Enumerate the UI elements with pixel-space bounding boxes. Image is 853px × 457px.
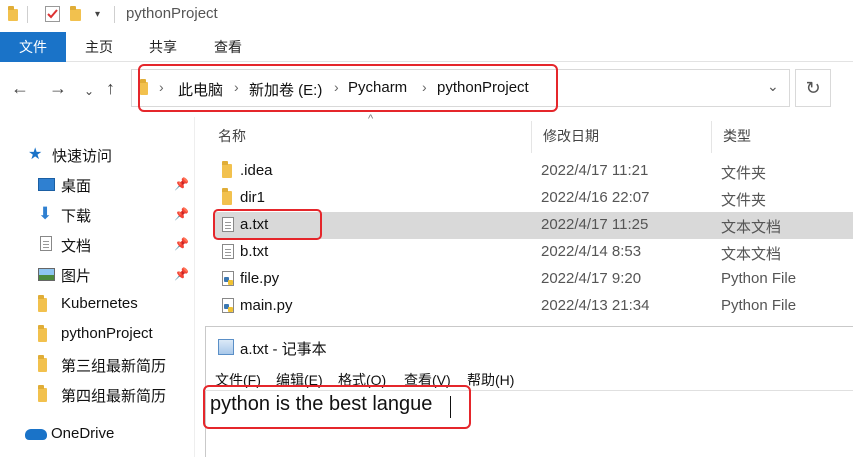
pin-icon: 📌 — [174, 177, 189, 191]
download-icon: ⬇ — [38, 204, 53, 223]
nav-label: pythonProject — [61, 325, 153, 342]
desktop-icon — [38, 178, 55, 191]
column-divider[interactable] — [711, 121, 712, 153]
nav-label: Kubernetes — [61, 295, 138, 312]
nav-onedrive[interactable]: OneDrive — [0, 420, 195, 448]
star-icon: ★ — [28, 146, 43, 163]
forward-arrow-icon[interactable]: → — [49, 78, 67, 98]
nav-item-documents[interactable]: 文档 📌 — [0, 230, 195, 258]
file-name: b.txt — [240, 243, 269, 260]
recent-locations-chevron-icon[interactable]: ⌄ — [84, 81, 94, 101]
file-row-main-py[interactable]: main.py 2022/4/13 21:34 Python File — [214, 293, 853, 320]
nav-label: 第三组最新简历 — [61, 358, 167, 375]
pin-icon: 📌 — [174, 207, 189, 221]
column-divider[interactable] — [531, 121, 532, 153]
file-date: 2022/4/14 8:53 — [541, 243, 642, 260]
file-type: 文件夹 — [721, 165, 767, 182]
up-arrow-icon[interactable]: ↑ — [106, 78, 115, 98]
notepad-title: a.txt - 记事本 — [240, 341, 327, 358]
selected-file-highlight — [213, 209, 322, 240]
menu-help[interactable]: 帮助(H) — [467, 370, 514, 390]
refresh-icon: ↻ — [805, 78, 821, 98]
tab-share[interactable]: 共享 — [141, 32, 185, 62]
breadcrumb-highlight — [138, 64, 558, 112]
nav-item-group3-resumes[interactable]: 第三组最新简历 — [0, 350, 195, 378]
pin-icon: 📌 — [174, 267, 189, 281]
chevron-down-icon[interactable]: ⌄ — [767, 78, 779, 95]
content-highlight — [203, 385, 471, 429]
nav-label: 快速访问 — [52, 148, 113, 165]
customize-quick-access-icon[interactable]: ▾ — [95, 9, 100, 20]
tab-file[interactable]: 文件 — [0, 32, 66, 62]
pin-icon: 📌 — [174, 237, 189, 251]
nav-item-downloads[interactable]: ⬇ 下载 📌 — [0, 200, 195, 228]
file-date: 2022/4/17 11:25 — [541, 216, 649, 233]
nav-item-kubernetes[interactable]: Kubernetes — [0, 290, 195, 318]
column-header-date[interactable]: 修改日期 — [543, 126, 599, 146]
file-type: 文本文档 — [721, 246, 782, 263]
picture-icon — [38, 268, 55, 281]
file-date: 2022/4/16 22:07 — [541, 189, 650, 206]
cloud-icon — [25, 429, 47, 440]
back-arrow-icon[interactable]: ← — [11, 78, 29, 98]
file-type: 文本文档 — [721, 219, 782, 236]
nav-label: 桌面 — [61, 178, 92, 195]
nav-label: 文档 — [61, 238, 92, 255]
file-name: file.py — [240, 270, 280, 287]
navigation-pane: ★ 快速访问 桌面 📌 ⬇ 下载 📌 文档 📌 图片 📌 Kubernetes … — [0, 117, 195, 457]
nav-label: OneDrive — [51, 425, 115, 442]
window-title: pythonProject — [126, 5, 218, 22]
file-date: 2022/4/13 21:34 — [541, 297, 650, 314]
sort-ascending-icon: ^ — [368, 113, 374, 125]
file-type: Python File — [721, 270, 797, 287]
nav-item-pictures[interactable]: 图片 📌 — [0, 260, 195, 288]
file-date: 2022/4/17 11:21 — [541, 162, 649, 179]
refresh-button[interactable]: ↻ — [795, 69, 831, 107]
nav-item-desktop[interactable]: 桌面 📌 — [0, 170, 195, 198]
file-name: main.py — [240, 297, 293, 314]
divider — [114, 6, 115, 23]
file-type: 文件夹 — [721, 192, 767, 209]
tab-view[interactable]: 查看 — [206, 32, 250, 62]
divider — [27, 6, 28, 23]
file-row-dir1[interactable]: dir1 2022/4/16 22:07 文件夹 — [214, 185, 853, 212]
properties-icon[interactable] — [45, 6, 60, 22]
nav-label: 下载 — [61, 208, 92, 225]
file-row-idea[interactable]: .idea 2022/4/17 11:21 文件夹 — [214, 158, 853, 185]
tab-home[interactable]: 主页 — [77, 32, 121, 62]
file-name: .idea — [240, 162, 273, 179]
column-header-name[interactable]: 名称 — [218, 126, 246, 146]
file-date: 2022/4/17 9:20 — [541, 270, 642, 287]
file-name: dir1 — [240, 189, 266, 206]
nav-label: 图片 — [61, 268, 92, 285]
ribbon: 文件 主页 共享 查看 — [0, 32, 853, 62]
nav-quick-access[interactable]: ★ 快速访问 — [0, 140, 195, 168]
nav-item-pythonproject[interactable]: pythonProject — [0, 320, 195, 348]
file-row-b-txt[interactable]: b.txt 2022/4/14 8:53 文本文档 — [214, 239, 853, 266]
column-header-type[interactable]: 类型 — [723, 126, 751, 146]
file-type: Python File — [721, 297, 797, 314]
nav-item-group4-resumes[interactable]: 第四组最新简历 — [0, 380, 195, 408]
notepad-icon — [218, 339, 234, 355]
title-bar: ▾ pythonProject — [0, 0, 853, 30]
file-row-file-py[interactable]: file.py 2022/4/17 9:20 Python File — [214, 266, 853, 293]
nav-label: 第四组最新简历 — [61, 388, 167, 405]
